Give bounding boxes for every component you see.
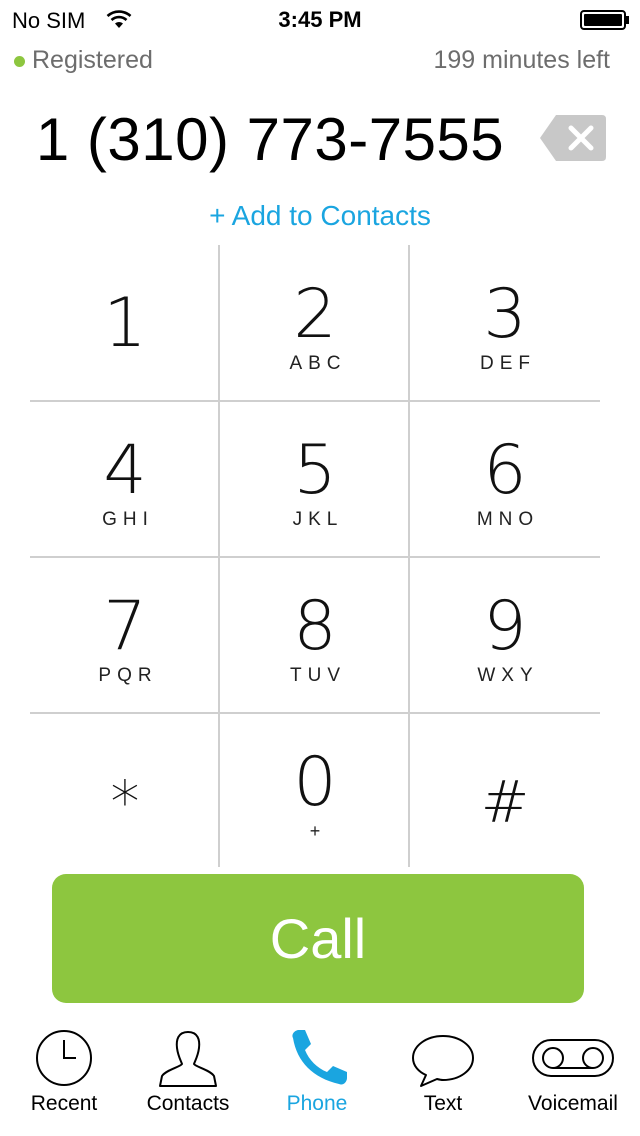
voicemail-icon <box>532 1039 614 1077</box>
phone-icon <box>292 1030 347 1085</box>
tab-recent[interactable]: Recent <box>0 1020 128 1136</box>
key-letters: ABC <box>289 353 347 374</box>
key-9[interactable]: 9 WXY <box>410 557 600 712</box>
key-digit: 5 <box>293 431 337 510</box>
key-3[interactable]: 3 DEF <box>410 245 600 400</box>
key-letters: JKL <box>292 509 344 530</box>
key-0[interactable]: 0 + <box>220 713 410 868</box>
registered-status-dot <box>14 56 25 67</box>
registration-row: Registered 199 minutes left <box>0 44 640 78</box>
key-1[interactable]: 1 <box>30 245 220 400</box>
key-digit: 7 <box>103 587 147 666</box>
key-letters: PQR <box>98 665 158 686</box>
key-digit: 3 <box>483 275 527 354</box>
tab-text[interactable]: Text <box>379 1020 507 1136</box>
key-digit: * <box>110 768 140 836</box>
tab-bar: Recent Contacts Phone Text Voicemail <box>0 1020 640 1136</box>
key-letters: DEF <box>480 353 536 374</box>
key-digit: 1 <box>103 284 147 363</box>
dialed-number: 1 (310) 773-7555 <box>35 106 505 173</box>
key-letters: MNO <box>476 509 540 530</box>
key-7[interactable]: 7 PQR <box>30 557 220 712</box>
add-to-contacts-link[interactable]: + Add to Contacts <box>0 200 640 232</box>
key-6[interactable]: 6 MNO <box>410 401 600 556</box>
minutes-left: 199 minutes left <box>433 46 611 74</box>
speech-bubble-icon <box>412 1035 474 1087</box>
tab-label: Contacts <box>146 1092 230 1115</box>
key-5[interactable]: 5 JKL <box>220 401 410 556</box>
tab-contacts[interactable]: Contacts <box>124 1020 252 1136</box>
person-icon <box>159 1031 217 1087</box>
tab-label: Voicemail <box>528 1092 618 1115</box>
key-letters: WXY <box>477 665 539 686</box>
battery-icon <box>580 10 629 30</box>
tab-voicemail[interactable]: Voicemail <box>509 1020 637 1136</box>
tab-label: Phone <box>286 1092 348 1115</box>
call-button[interactable]: Call <box>52 874 584 1003</box>
key-hash[interactable]: # <box>410 713 600 868</box>
key-2[interactable]: 2 ABC <box>220 245 410 400</box>
key-digit: 6 <box>483 431 527 510</box>
key-digit: 4 <box>103 431 147 510</box>
tab-label: Recent <box>30 1092 98 1115</box>
backspace-button[interactable] <box>538 113 608 163</box>
clock-icon <box>36 1030 92 1086</box>
key-digit: 8 <box>293 587 337 666</box>
key-digit: 2 <box>293 275 337 354</box>
status-bar: No SIM 3:45 PM <box>0 0 640 40</box>
tab-phone[interactable]: Phone <box>253 1020 381 1136</box>
key-digit: 0 <box>293 743 337 822</box>
key-8[interactable]: 8 TUV <box>220 557 410 712</box>
status-time: 3:45 PM <box>278 7 362 32</box>
key-letters: TUV <box>290 665 346 686</box>
key-4[interactable]: 4 GHI <box>30 401 220 556</box>
key-letters: GHI <box>102 509 154 530</box>
key-digit: # <box>480 768 530 836</box>
registration-status: Registered <box>32 46 153 74</box>
key-letters: + <box>309 821 321 841</box>
key-star[interactable]: * <box>30 713 220 868</box>
tab-label: Text <box>423 1092 463 1115</box>
keypad: 1 2 ABC 3 DEF 4 GHI 5 JKL 6 MNO 7 PQR 8 … <box>30 245 600 867</box>
key-digit: 9 <box>483 587 527 666</box>
backspace-icon <box>540 115 606 161</box>
